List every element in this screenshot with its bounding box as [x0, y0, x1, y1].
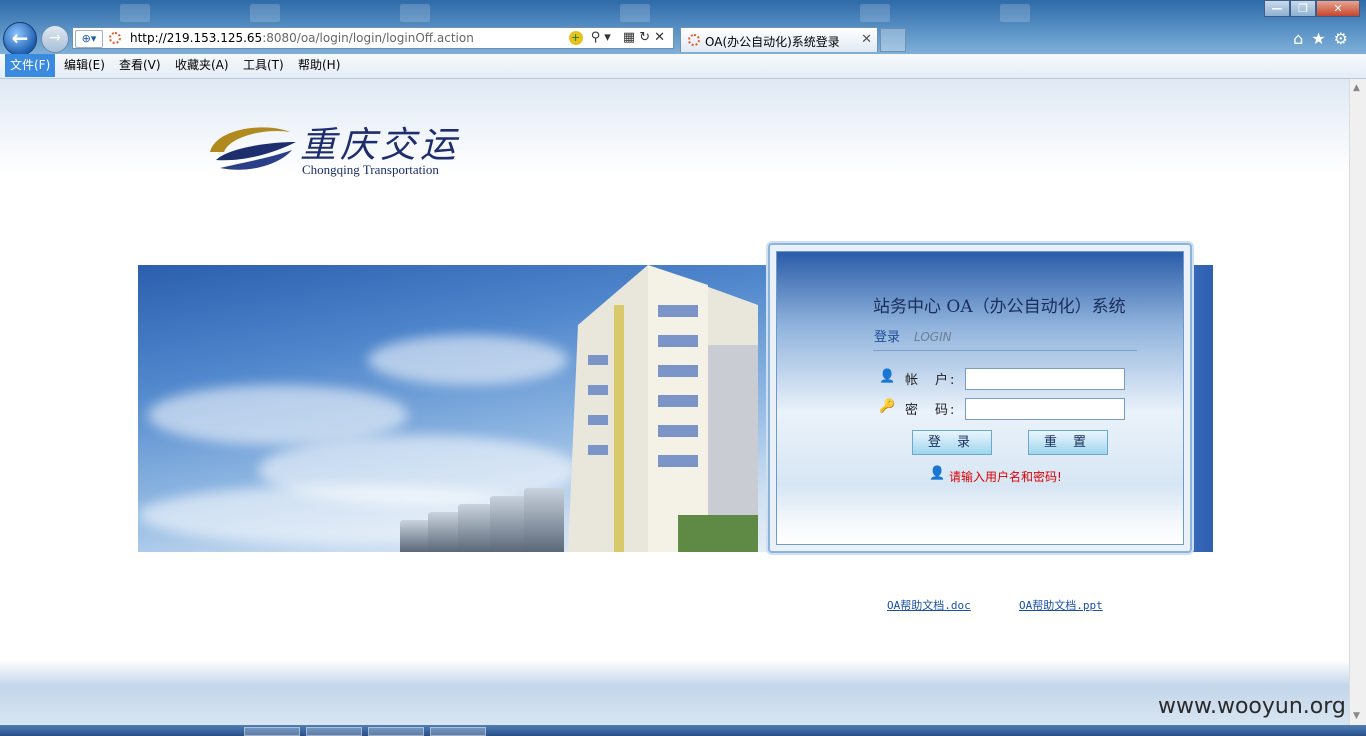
- logo-english-text: Chongqing Transportation: [302, 162, 439, 177]
- taskbar-item[interactable]: [244, 727, 300, 736]
- login-subtitle: 登录 LOGIN: [874, 326, 952, 345]
- account-input[interactable]: [965, 368, 1125, 390]
- bottom-gradient: [0, 660, 1349, 725]
- reset-button[interactable]: 重 置: [1028, 430, 1108, 455]
- help-ppt-link[interactable]: OA帮助文档.ppt: [1019, 597, 1103, 613]
- user-icon: 👤: [879, 369, 896, 384]
- scroll-up-icon[interactable]: ▲: [1353, 83, 1360, 93]
- password-key-icon: 🔑: [879, 399, 896, 414]
- bus: [428, 512, 460, 552]
- search-icon[interactable]: ⚲: [591, 30, 605, 45]
- minimize-button[interactable]: —: [1264, 0, 1290, 17]
- window-controls: — ❐ ✕: [1264, 0, 1360, 18]
- background-ghost: [400, 4, 430, 22]
- minimize-icon: —: [1271, 2, 1283, 15]
- menu-help[interactable]: 帮助(H): [293, 54, 345, 77]
- login-button[interactable]: 登 录: [912, 430, 992, 455]
- page-favicon-icon: [109, 32, 121, 44]
- login-subtitle-en: LOGIN: [914, 330, 952, 344]
- site-info-icon[interactable]: ⊕▾: [75, 30, 103, 48]
- bus: [490, 496, 526, 552]
- watermark-text: www.wooyun.org: [1158, 694, 1346, 719]
- background-ghost: [620, 4, 650, 22]
- windows-taskbar: [0, 725, 1366, 736]
- bus: [458, 504, 492, 552]
- scroll-down-icon[interactable]: ▼: [1353, 711, 1360, 721]
- status-message-text: 请输入用户名和密码!: [949, 470, 1062, 484]
- menu-view[interactable]: 查看(V): [114, 54, 166, 77]
- settings-gear-icon[interactable]: ⚙: [1334, 29, 1356, 48]
- page-content: 重庆交运 Chongqing Transportation 站务中心 OA（办公…: [0, 79, 1349, 725]
- company-logo: 重庆交运 Chongqing Transportation: [200, 112, 470, 182]
- new-tab-button[interactable]: [880, 28, 906, 52]
- bus: [400, 520, 430, 552]
- tab-favicon-icon: [688, 34, 700, 46]
- password-input[interactable]: [965, 398, 1125, 420]
- favorites-star-icon[interactable]: ★: [1311, 29, 1333, 48]
- login-subtitle-cn: 登录: [874, 330, 901, 345]
- login-title: 站务中心 OA（办公自动化）系统: [873, 297, 1126, 317]
- background-ghost: [120, 4, 150, 22]
- back-button[interactable]: ←: [3, 22, 37, 56]
- browser-title-bar: ← → ⊕▾ http://219.153.125.65:8080/oa/log…: [0, 0, 1366, 56]
- background-ghost: [250, 4, 280, 22]
- account-label: 帐 户:: [905, 373, 957, 388]
- refresh-icon[interactable]: ↻: [639, 30, 654, 45]
- back-arrow-icon: ←: [11, 26, 29, 50]
- divider: [873, 350, 1137, 351]
- url-path: :8080/oa/login/login/loginOff.action: [262, 31, 474, 45]
- tab-close-icon[interactable]: ✕: [861, 32, 872, 47]
- menu-tools[interactable]: 工具(T): [238, 54, 289, 77]
- logo-swoosh-icon: [210, 127, 296, 170]
- tab-title: OA(办公自动化)系统登录: [705, 35, 840, 49]
- compatibility-view-icon[interactable]: +: [568, 31, 583, 45]
- logo-chinese-text: 重庆交运: [300, 125, 461, 166]
- menu-favorites[interactable]: 收藏夹(A): [170, 54, 234, 77]
- cloud: [368, 335, 568, 385]
- menu-bar: 文件(F) 编辑(E) 查看(V) 收藏夹(A) 工具(T) 帮助(H): [0, 54, 1366, 79]
- user-hint-icon: 👤: [929, 466, 946, 481]
- taskbar-item[interactable]: [368, 727, 424, 736]
- password-label: 密 码:: [905, 403, 957, 418]
- stop-icon[interactable]: ✕: [654, 30, 669, 45]
- login-panel: 站务中心 OA（办公自动化）系统 登录 LOGIN 👤 帐 户: 🔑 密 码: 登…: [768, 243, 1192, 553]
- forward-button[interactable]: →: [41, 25, 69, 53]
- background-ghost: [1000, 4, 1030, 22]
- maximize-button[interactable]: ❐: [1290, 0, 1316, 17]
- address-url[interactable]: http://219.153.125.65:8080/oa/login/logi…: [130, 31, 474, 45]
- home-icon[interactable]: ⌂: [1293, 29, 1311, 48]
- login-panel-inner: 站务中心 OA（办公自动化）系统 登录 LOGIN 👤 帐 户: 🔑 密 码: 登…: [776, 251, 1184, 545]
- menu-edit[interactable]: 编辑(E): [59, 54, 110, 77]
- address-bar[interactable]: ⊕▾ http://219.153.125.65:8080/oa/login/l…: [72, 27, 674, 49]
- taskbar-item[interactable]: [306, 727, 362, 736]
- taskbar-item[interactable]: [430, 727, 486, 736]
- close-icon: ✕: [1333, 2, 1343, 15]
- banner-image: [138, 265, 770, 552]
- background-ghost: [860, 4, 890, 22]
- bus: [524, 488, 564, 552]
- building-illustration: [568, 265, 758, 552]
- restore-icon: ❐: [1298, 2, 1308, 15]
- help-doc-link[interactable]: OA帮助文档.doc: [887, 597, 971, 613]
- browser-tools: ⌂★⚙: [1293, 29, 1356, 48]
- vertical-scrollbar[interactable]: ▲ ▼: [1349, 79, 1366, 725]
- menu-file[interactable]: 文件(F): [5, 54, 56, 77]
- address-tools: + ⚲▾ ▦↻✕: [568, 30, 669, 45]
- compat-page-icon[interactable]: ▦: [623, 30, 639, 45]
- dropdown-icon[interactable]: ▾: [604, 30, 615, 45]
- url-host: http://219.153.125.65: [130, 31, 263, 45]
- status-message: 👤 请输入用户名和密码!: [929, 466, 1062, 485]
- close-window-button[interactable]: ✕: [1316, 0, 1360, 17]
- forward-arrow-icon: →: [49, 30, 61, 46]
- tab-oa-login[interactable]: OA(办公自动化)系统登录 ✕: [680, 27, 878, 52]
